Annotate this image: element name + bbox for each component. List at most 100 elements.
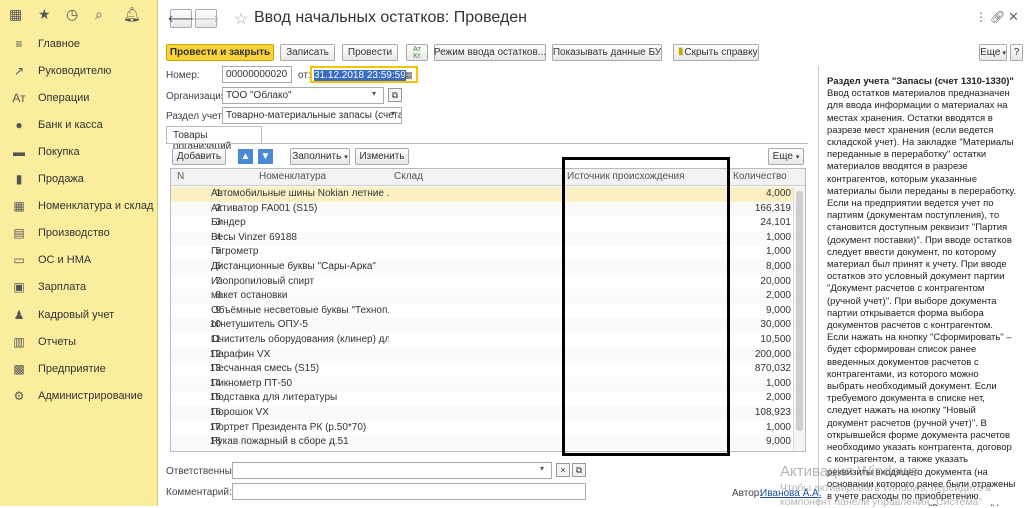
org-dropdown-icon[interactable]: ▾ [372,89,376,98]
col-quantity[interactable]: Количество [733,171,787,182]
move-down-icon[interactable]: ▼ [258,149,273,164]
cell-nomenclature[interactable]: Биндер [211,217,389,228]
cell-nomenclature[interactable]: огнетушитель ОПУ-5 [211,319,389,330]
comment-field[interactable] [232,483,586,500]
number-field[interactable]: 00000000020 [222,66,292,83]
sidebar-item[interactable]: ▭ ОС и НМА [0,247,158,274]
toolbar-more-button[interactable]: Еще ▾ [979,44,1007,61]
forward-button[interactable]: 🡒 [193,9,219,28]
col-nomenclature[interactable]: Номенклатура [259,171,326,182]
cell-nomenclature[interactable]: Песчанная смесь (S15) [211,363,389,374]
sidebar-item-label: ОС и НМА [38,254,92,267]
calendar-icon[interactable]: ▦ [404,68,413,81]
show-bu-data-button[interactable]: Показывать данные БУ [552,44,662,61]
sidebar-item-label: Зарплата [38,281,87,294]
sidebar-item[interactable]: ▮ Продажа [0,166,158,193]
close-icon[interactable]: ✕ [1008,9,1019,25]
sidebar-item[interactable]: ▦ Номенклатура и склад [0,193,158,220]
sidebar-top-icons: ▦ ★ ◷ ⌕ 🔔︎ [0,0,158,28]
fill-label: Заполнить [292,151,342,162]
cell-nomenclature[interactable]: Подставка для литературы [211,392,389,403]
favorite-star-icon[interactable]: ☆ [234,9,248,29]
number-label: Номер: [166,70,200,81]
add-row-button[interactable]: Добавить [172,148,226,165]
cell-nomenclature[interactable]: Очиститель оборудования (клинер) дл... [211,334,389,345]
sidebar-item[interactable]: ▣ Зарплата [0,274,158,301]
search-icon[interactable]: ⌕ [95,6,103,23]
sidebar-item[interactable]: Ат Операции [0,84,158,111]
cell-nomenclature[interactable]: Портрет Президента РК (р.50*70) [211,422,389,433]
sidebar-item[interactable]: ♟ Кадровый учет [0,301,158,328]
responsible-label: Ответственный: [166,466,241,477]
fill-chevron-icon: ▾ [344,153,348,161]
sidebar-item-icon: ▦ [13,199,25,214]
section-dropdown-icon[interactable]: ▾ [391,109,395,118]
sidebar-item-icon: ▥ [13,334,25,349]
date-value: 31.12.2018 23:59:59 [314,70,406,81]
sidebar-item[interactable]: ▩ Предприятие [0,355,158,382]
bell-icon[interactable]: 🔔︎ [123,6,141,23]
sidebar-item[interactable]: ▥ Отчеты [0,328,158,355]
col-n[interactable]: N [177,171,184,182]
cell-nomenclature[interactable]: Весы Vinzer 69188 [211,232,389,243]
move-up-icon[interactable]: ▲ [238,149,253,164]
hide-help-label: Скрыть справку [684,47,758,58]
dt-kt-button[interactable]: Ат Кт [406,44,428,61]
sidebar-item-icon: Ат [12,90,26,105]
cell-nomenclature[interactable]: Рукав пожарный в сборе д.51 [211,436,389,447]
sidebar-item[interactable]: ● Банк и касса [0,111,158,138]
help-question-button[interactable]: ? [1010,44,1023,61]
page-title: Ввод начальных остатков: Проведен [254,9,528,26]
scrollbar-thumb[interactable] [796,191,803,431]
sidebar-item-label: Покупка [38,145,80,158]
org-open-icon[interactable]: ⧉ [388,88,402,102]
sidebar-item[interactable]: ▬ Покупка [0,138,158,165]
sidebar-item[interactable]: ≡ Главное [0,30,158,57]
cell-nomenclature[interactable]: макет остановки [211,290,389,301]
responsible-dropdown-icon[interactable]: ▾ [540,464,544,473]
cell-nomenclature[interactable]: Автомобильные шины Nokian летние ... [211,188,389,199]
cell-nomenclature[interactable]: Объёмные несветовые буквы "Техноп... [211,305,389,316]
back-button[interactable]: 🡐 [168,9,194,28]
section-field[interactable]: Товарно-материальные запасы (счета 1 [222,107,402,124]
sidebar-item-label: Номенклатура и склад [38,200,154,213]
cell-nomenclature[interactable]: Порошок VX [211,407,389,418]
responsible-field[interactable] [232,462,552,479]
date-field[interactable]: 31.12.2018 23:59:59 ▦ [310,66,418,83]
sidebar-item[interactable]: ↗ Руководителю [0,57,158,84]
grid-icon[interactable]: ▦ [9,6,22,23]
tab-goods[interactable]: Товары организаций [166,126,262,152]
table-more-label: Еще [772,151,793,162]
responsible-clear-icon[interactable]: × [556,463,570,477]
star-icon[interactable]: ★ [38,6,51,23]
cell-nomenclature[interactable]: Гигрометр [211,246,389,257]
save-button[interactable]: Записать [280,44,335,61]
cell-nomenclature[interactable]: Дистанционные буквы "Сары-Арка" [211,261,389,272]
table-scrollbar[interactable] [793,187,805,451]
fill-button[interactable]: Заполнить ▾ [290,148,350,165]
balance-mode-button[interactable]: Режим ввода остатков... [434,44,546,61]
sidebar-item[interactable]: ▤ Производство [0,220,158,247]
organization-field[interactable]: ТОО "Облако" [222,87,384,104]
sidebar-item[interactable]: ⚙ Администрирование [0,382,158,409]
history-icon[interactable]: ◷ [66,6,78,23]
sidebar-item-label: Продажа [38,173,84,185]
hide-help-button[interactable]: ▮ Скрыть справку [673,44,759,61]
table-more-button[interactable]: Еще ▾ [768,148,804,165]
cell-nomenclature[interactable]: Изопропиловый спирт [211,276,389,287]
cell-nomenclature[interactable]: Активатор FA001 (S15) [211,203,389,214]
post-and-close-button[interactable]: Провести и закрыть [166,44,274,61]
link-icon[interactable]: 🔗︎ [990,10,1005,24]
sidebar-item-icon: ▬ [13,144,25,159]
col-warehouse[interactable]: Склад [394,171,423,182]
menu-dots-icon[interactable]: ⋮ [975,10,987,24]
sidebar-item-label: Отчеты [38,335,77,348]
responsible-open-icon[interactable]: ⧉ [572,463,586,477]
sidebar-item-icon: ▩ [13,361,25,376]
tab-divider [166,143,808,144]
organization-label: Организация: [166,91,230,102]
post-button[interactable]: Провести [342,44,398,61]
cell-nomenclature[interactable]: Парафин VX [211,349,389,360]
change-button[interactable]: Изменить [355,148,409,165]
cell-nomenclature[interactable]: Пикнометр ПТ-50 [211,378,389,389]
